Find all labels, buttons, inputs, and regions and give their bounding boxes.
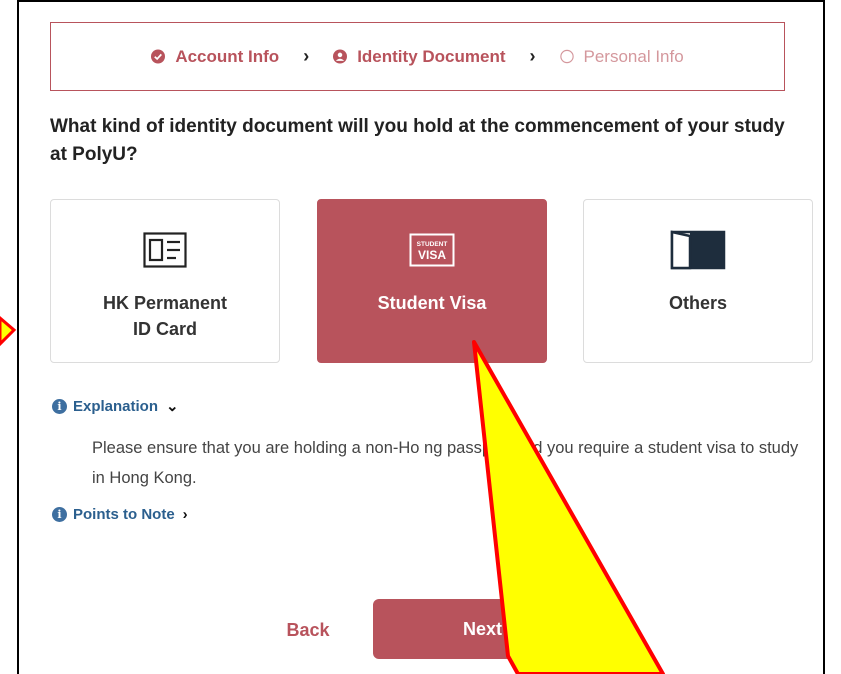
progress-stepper: Account Info › Identity Document › Perso… xyxy=(50,22,785,91)
visa-icon-text-top: STUDENT xyxy=(417,241,448,248)
door-icon xyxy=(670,230,726,270)
step-account-info: Account Info xyxy=(151,47,279,67)
chevron-right-icon: › xyxy=(529,46,536,66)
points-to-note-toggle[interactable]: i Points to Note › xyxy=(52,506,188,523)
empty-circle-icon xyxy=(559,49,574,64)
option-student-visa[interactable]: STUDENT VISA Student Visa xyxy=(317,199,547,363)
info-icon: i xyxy=(52,398,67,414)
option-hk-permanent-id-card[interactable]: HK Permanent ID Card xyxy=(50,199,280,363)
next-button[interactable]: Next xyxy=(373,599,553,659)
student-visa-icon: STUDENT VISA xyxy=(409,230,455,270)
option-others[interactable]: Others xyxy=(583,199,813,363)
points-to-note-label: Points to Note xyxy=(73,506,175,523)
option-label: Others xyxy=(668,293,728,313)
step-identity-document: Identity Document xyxy=(333,46,506,67)
check-circle-icon xyxy=(151,49,166,64)
user-circle-icon xyxy=(333,49,348,64)
step-label: Identity Document xyxy=(357,46,506,66)
option-label: HK Permanent ID Card xyxy=(103,290,227,342)
visa-icon-text-bottom: VISA xyxy=(418,248,446,262)
option-label-line1: HK Permanent xyxy=(102,293,228,313)
chevron-right-icon: › xyxy=(303,46,310,66)
step-label: Account Info xyxy=(175,46,280,66)
option-label-line2: ID Card xyxy=(132,319,197,339)
explanation-toggle[interactable]: i Explanation ⌄ xyxy=(52,397,179,415)
explanation-text: Please ensure that you are holding a non… xyxy=(92,439,799,487)
back-button[interactable]: Back xyxy=(258,605,358,655)
left-arrow-annotation xyxy=(0,316,17,347)
chevron-right-icon: › xyxy=(182,506,188,523)
explanation-label: Explanation xyxy=(73,397,159,415)
step-personal-info: Personal Info xyxy=(559,46,684,67)
chevron-down-icon: ⌄ xyxy=(166,398,179,415)
question-text: What kind of identity document will you … xyxy=(50,116,785,165)
step-label: Personal Info xyxy=(583,46,684,66)
info-icon: i xyxy=(52,507,67,522)
option-label: Student Visa xyxy=(377,293,487,313)
id-card-icon xyxy=(143,230,187,270)
